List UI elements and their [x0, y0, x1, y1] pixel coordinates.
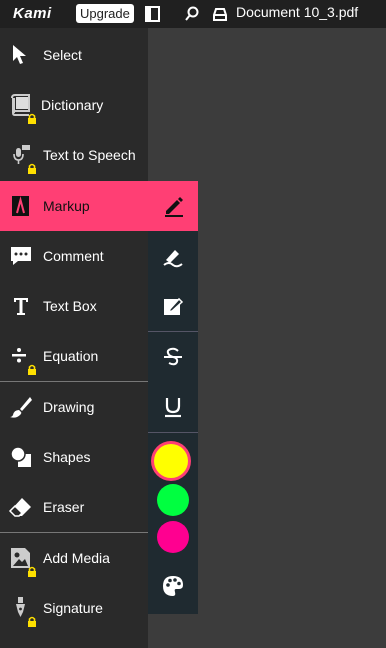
lock-icon [28, 566, 36, 577]
tool-select[interactable]: Select [0, 30, 148, 80]
tool-label: Text Box [43, 298, 97, 314]
tool-label: Eraser [43, 499, 85, 515]
tool-label: Add Media [43, 550, 110, 566]
highlighter-icon [163, 250, 183, 268]
app-logo: Kami [13, 5, 52, 22]
pen-icon[interactable] [162, 194, 186, 218]
tool-label: Signature [43, 600, 103, 616]
note-pencil-button[interactable] [148, 281, 198, 331]
lock-icon [28, 616, 36, 627]
text-t-icon [14, 298, 28, 315]
shapes-icon [10, 446, 31, 467]
sidebar-toggle-icon[interactable] [144, 5, 162, 23]
tool-label: Shapes [43, 449, 91, 465]
color-palette-button[interactable] [148, 561, 198, 611]
lock-icon [28, 163, 36, 174]
tool-label: Text to Speech [43, 147, 136, 163]
divider [148, 432, 198, 433]
top-bar: Kami Upgrade Document 10_3.pdf [0, 0, 386, 28]
lock-icon [28, 364, 36, 375]
tool-label: Drawing [43, 399, 95, 415]
eraser-icon [8, 498, 31, 517]
tool-text-to-speech[interactable]: Text to Speech [0, 130, 148, 180]
upgrade-button[interactable]: Upgrade [76, 4, 134, 23]
color-swatch-yellow[interactable] [154, 444, 188, 478]
tool-label: Comment [43, 248, 104, 264]
comment-icon [11, 247, 31, 265]
strikethrough-button[interactable] [148, 332, 198, 382]
cursor-arrow-icon [13, 45, 26, 64]
edit-note-icon [164, 297, 184, 315]
tool-signature[interactable]: Signature [0, 583, 148, 633]
tool-markup[interactable]: Markup [0, 181, 198, 231]
color-swatch-pink[interactable] [157, 521, 189, 553]
underline-icon [165, 398, 181, 418]
palette-icon [163, 576, 183, 596]
brush-icon [10, 397, 32, 418]
markup-pen-icon [12, 196, 29, 216]
tool-shapes[interactable]: Shapes [0, 432, 148, 482]
markup-options-panel [148, 231, 198, 614]
tool-label: Equation [43, 348, 99, 364]
tool-label: Markup [43, 198, 90, 214]
tool-text-box[interactable]: Text Box [0, 281, 148, 331]
document-title: Document 10_3.pdf [236, 4, 359, 20]
tool-drawing[interactable]: Drawing [0, 382, 148, 432]
tool-eraser[interactable]: Eraser [0, 482, 148, 532]
tool-label: Select [43, 47, 82, 63]
tool-dictionary[interactable]: Dictionary [0, 80, 148, 130]
tool-comment[interactable]: Comment [0, 231, 148, 281]
tool-add-media[interactable]: Add Media [0, 533, 148, 583]
lock-icon [28, 113, 36, 124]
tool-label: Dictionary [41, 97, 104, 113]
search-icon[interactable] [183, 5, 201, 23]
highlight-button[interactable] [148, 231, 198, 281]
strikethrough-icon [164, 347, 182, 366]
color-swatch-green[interactable] [157, 484, 189, 516]
tool-equation[interactable]: Equation [0, 331, 148, 381]
document-tray-icon [213, 8, 227, 21]
underline-button[interactable] [148, 382, 198, 432]
